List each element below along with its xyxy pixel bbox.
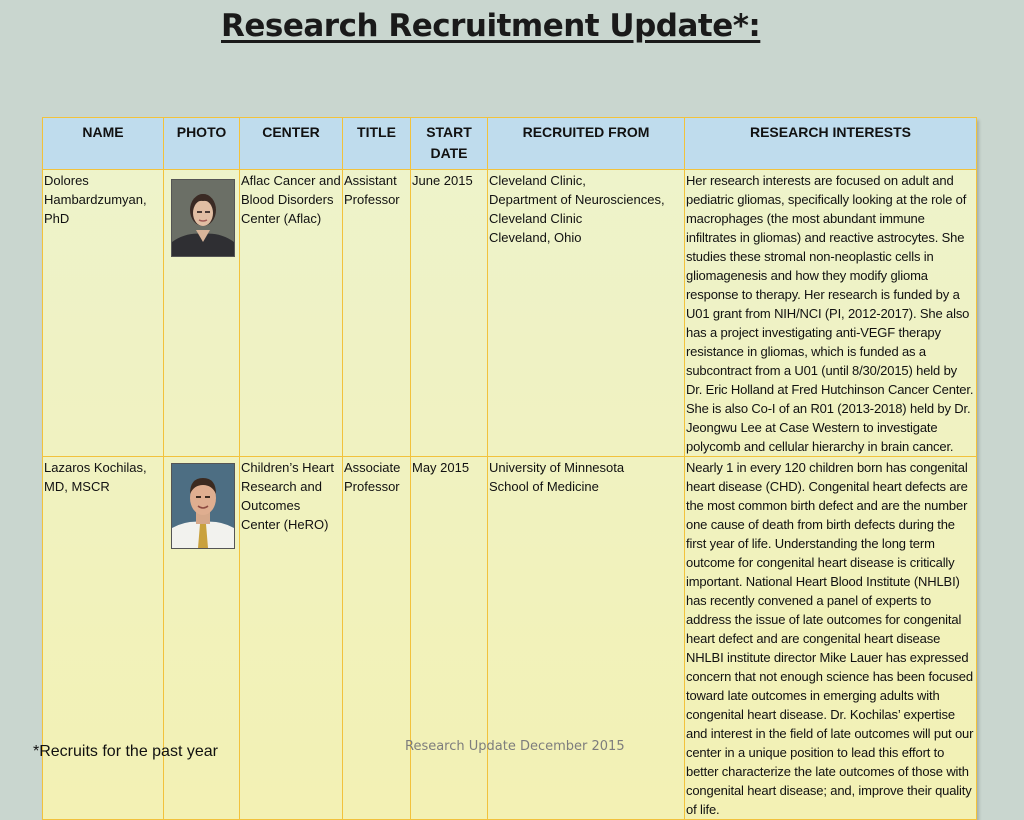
table-header-row: NAME PHOTO CENTER TITLE START DATE RECRU… [42, 117, 977, 170]
recruitment-table: NAME PHOTO CENTER TITLE START DATE RECRU… [42, 117, 977, 820]
cell-title: Associate Professor [342, 456, 411, 820]
table-row: Lazaros Kochilas, MD, MSCR Children’s He… [42, 456, 977, 820]
cell-recruited-from: Cleveland Clinic, Department of Neurosci… [487, 169, 685, 457]
woman-portrait-photo [171, 179, 235, 257]
recruited-from-line: University of Minnesota [489, 460, 625, 475]
header-recruited-from: RECRUITED FROM [487, 117, 685, 170]
slide-title: Research Recruitment Update*: [221, 8, 761, 44]
header-start-date: START DATE [410, 117, 488, 170]
header-photo: PHOTO [163, 117, 240, 170]
recruited-from-line: Cleveland, Ohio [489, 230, 582, 245]
cell-title: Assistant Professor [342, 169, 411, 457]
recruited-from-line: Cleveland Clinic [489, 211, 583, 226]
table-row: Dolores Hambardzumyan, PhD Aflac Cancer … [42, 169, 977, 457]
header-name: NAME [42, 117, 164, 170]
cell-photo [163, 456, 240, 820]
man-portrait-photo [171, 463, 235, 549]
footer-text: Research Update December 2015 [405, 739, 625, 754]
cell-name: Dolores Hambardzumyan, PhD [42, 169, 164, 457]
recruited-from-line: School of Medicine [489, 479, 599, 494]
cell-start-date: June 2015 [410, 169, 488, 457]
cell-research-interests: Her research interests are focused on ad… [684, 169, 977, 457]
cell-research-interests: Nearly 1 in every 120 children born has … [684, 456, 977, 820]
header-research-interests: RESEARCH INTERESTS [684, 117, 977, 170]
footnote: *Recruits for the past year [33, 743, 218, 760]
cell-start-date: May 2015 [410, 456, 488, 820]
header-center: CENTER [239, 117, 343, 170]
header-title: TITLE [342, 117, 411, 170]
recruited-from-line: Department of Neurosciences, [489, 192, 665, 207]
cell-photo [163, 169, 240, 457]
cell-center: Aflac Cancer and Blood Disorders Center … [239, 169, 343, 457]
cell-center: Children’s Heart Research and Outcomes C… [239, 456, 343, 820]
recruited-from-line: Cleveland Clinic, [489, 173, 586, 188]
cell-name: Lazaros Kochilas, MD, MSCR [42, 456, 164, 820]
cell-recruited-from: University of Minnesota School of Medici… [487, 456, 685, 820]
